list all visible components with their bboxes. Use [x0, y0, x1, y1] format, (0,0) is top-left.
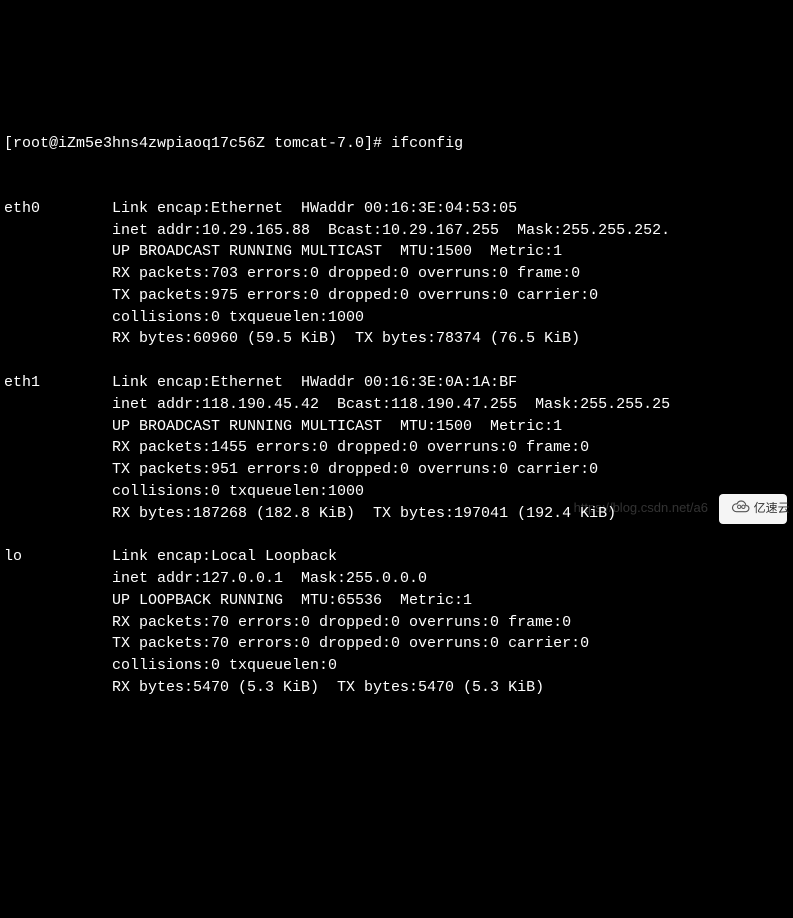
- interface-detail: inet addr:118.190.45.42 Bcast:118.190.47…: [112, 394, 670, 416]
- interface-detail: Link encap:Ethernet HWaddr 00:16:3E:0A:1…: [112, 372, 517, 394]
- interface-line: collisions:0 txqueuelen:0: [4, 655, 789, 677]
- interface-detail: TX packets:70 errors:0 dropped:0 overrun…: [112, 633, 589, 655]
- indent: [4, 655, 112, 677]
- interface-detail: RX packets:703 errors:0 dropped:0 overru…: [112, 263, 580, 285]
- interface-line: RX packets:1455 errors:0 dropped:0 overr…: [4, 437, 789, 459]
- interface-block: eth0Link encap:Ethernet HWaddr 00:16:3E:…: [4, 198, 789, 350]
- interface-detail: inet addr:10.29.165.88 Bcast:10.29.167.2…: [112, 220, 670, 242]
- cloud-icon: [716, 482, 749, 536]
- interface-line: RX packets:70 errors:0 dropped:0 overrun…: [4, 612, 789, 634]
- command-text: ifconfig: [391, 133, 463, 155]
- indent: [4, 416, 112, 438]
- command-prompt-line: [root@iZm5e3hns4zwpiaoq17c56Z tomcat-7.0…: [4, 133, 789, 155]
- indent: [4, 437, 112, 459]
- url-watermark: https://blog.csdn.net/a6: [574, 499, 708, 518]
- interface-detail: UP LOOPBACK RUNNING MTU:65536 Metric:1: [112, 590, 472, 612]
- interface-line: RX packets:703 errors:0 dropped:0 overru…: [4, 263, 789, 285]
- interface-detail: TX packets:975 errors:0 dropped:0 overru…: [112, 285, 598, 307]
- watermark-badge: 亿速云: [719, 494, 787, 524]
- indent: [4, 263, 112, 285]
- indent: [4, 503, 112, 525]
- interface-line: UP BROADCAST RUNNING MULTICAST MTU:1500 …: [4, 241, 789, 263]
- interface-name: eth1: [4, 372, 112, 394]
- indent: [4, 394, 112, 416]
- interface-name: eth0: [4, 198, 112, 220]
- interface-detail: UP BROADCAST RUNNING MULTICAST MTU:1500 …: [112, 241, 562, 263]
- indent: [4, 677, 112, 699]
- interface-block: loLink encap:Local Loopbackinet addr:127…: [4, 546, 789, 698]
- interface-detail: TX packets:951 errors:0 dropped:0 overru…: [112, 459, 598, 481]
- interface-detail: RX bytes:60960 (59.5 KiB) TX bytes:78374…: [112, 328, 580, 350]
- interface-line: TX packets:70 errors:0 dropped:0 overrun…: [4, 633, 789, 655]
- interface-line: TX packets:951 errors:0 dropped:0 overru…: [4, 459, 789, 481]
- interface-detail: Link encap:Ethernet HWaddr 00:16:3E:04:5…: [112, 198, 517, 220]
- interface-detail: UP BROADCAST RUNNING MULTICAST MTU:1500 …: [112, 416, 562, 438]
- interface-line: collisions:0 txqueuelen:1000: [4, 307, 789, 329]
- indent: [4, 307, 112, 329]
- indent: [4, 328, 112, 350]
- interface-detail: collisions:0 txqueuelen:0: [112, 655, 337, 677]
- watermark-text: 亿速云: [754, 500, 790, 517]
- interface-detail: collisions:0 txqueuelen:1000: [112, 307, 364, 329]
- indent: [4, 481, 112, 503]
- interface-detail: collisions:0 txqueuelen:1000: [112, 481, 364, 503]
- interface-line: inet addr:127.0.0.1 Mask:255.0.0.0: [4, 568, 789, 590]
- indent: [4, 241, 112, 263]
- indent: [4, 612, 112, 634]
- shell-prompt: [root@iZm5e3hns4zwpiaoq17c56Z tomcat-7.0…: [4, 133, 391, 155]
- interface-detail: RX bytes:5470 (5.3 KiB) TX bytes:5470 (5…: [112, 677, 544, 699]
- interface-detail: RX bytes:187268 (182.8 KiB) TX bytes:197…: [112, 503, 616, 525]
- interface-line: eth0Link encap:Ethernet HWaddr 00:16:3E:…: [4, 198, 789, 220]
- interface-detail: RX packets:1455 errors:0 dropped:0 overr…: [112, 437, 589, 459]
- indent: [4, 590, 112, 612]
- interface-detail: inet addr:127.0.0.1 Mask:255.0.0.0: [112, 568, 427, 590]
- interface-line: UP LOOPBACK RUNNING MTU:65536 Metric:1: [4, 590, 789, 612]
- interface-line: loLink encap:Local Loopback: [4, 546, 789, 568]
- interface-line: UP BROADCAST RUNNING MULTICAST MTU:1500 …: [4, 416, 789, 438]
- indent: [4, 633, 112, 655]
- interface-line: inet addr:10.29.165.88 Bcast:10.29.167.2…: [4, 220, 789, 242]
- interface-detail: RX packets:70 errors:0 dropped:0 overrun…: [112, 612, 571, 634]
- interface-line: RX bytes:60960 (59.5 KiB) TX bytes:78374…: [4, 328, 789, 350]
- interface-line: RX bytes:5470 (5.3 KiB) TX bytes:5470 (5…: [4, 677, 789, 699]
- interface-line: TX packets:975 errors:0 dropped:0 overru…: [4, 285, 789, 307]
- interface-line: eth1Link encap:Ethernet HWaddr 00:16:3E:…: [4, 372, 789, 394]
- indent: [4, 285, 112, 307]
- indent: [4, 568, 112, 590]
- interface-detail: Link encap:Local Loopback: [112, 546, 337, 568]
- terminal-output[interactable]: [root@iZm5e3hns4zwpiaoq17c56Z tomcat-7.0…: [0, 87, 793, 722]
- indent: [4, 459, 112, 481]
- interface-line: inet addr:118.190.45.42 Bcast:118.190.47…: [4, 394, 789, 416]
- indent: [4, 220, 112, 242]
- interface-name: lo: [4, 546, 112, 568]
